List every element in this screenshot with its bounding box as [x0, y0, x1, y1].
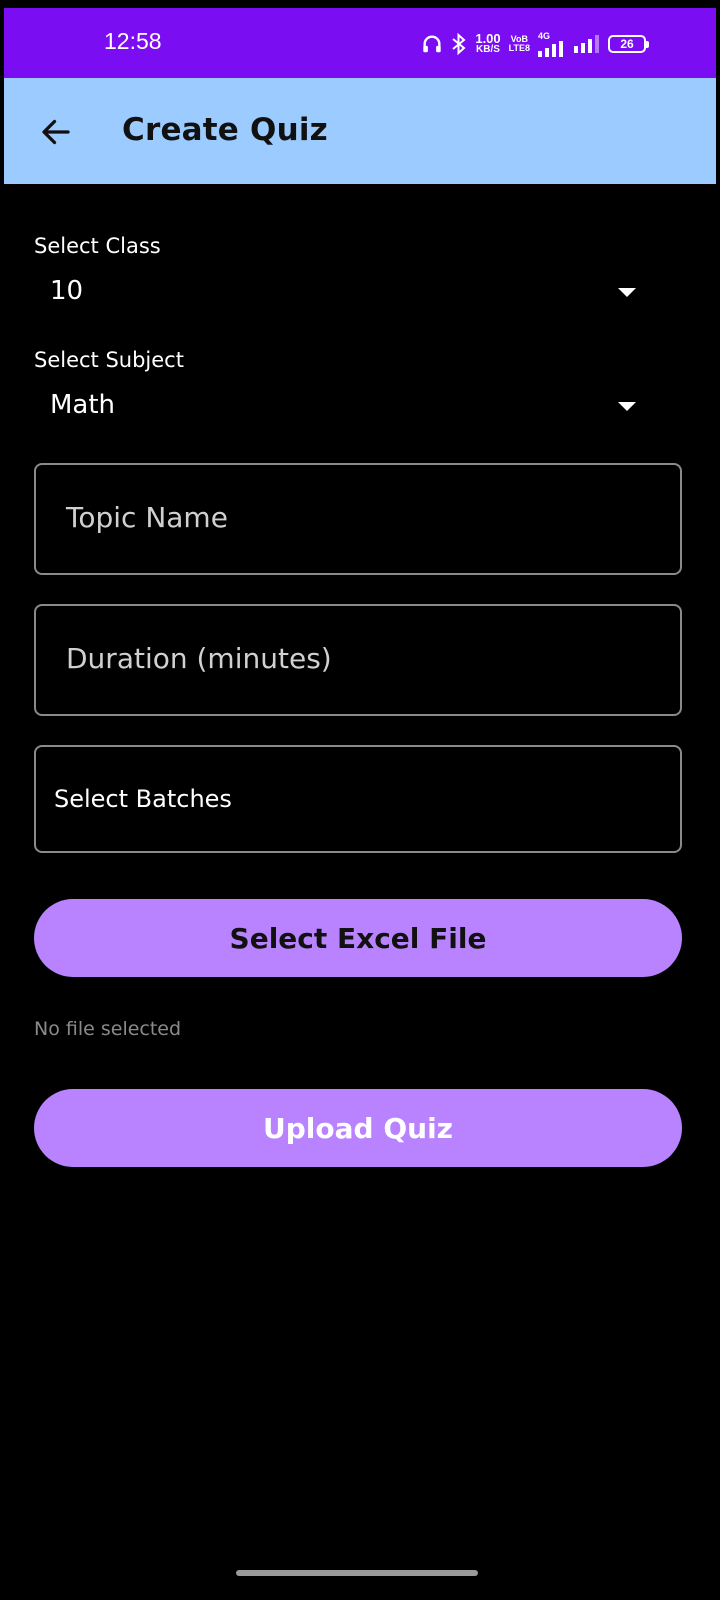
status-icons: 1.00 KB/S VoB LTE8 4G 26: [421, 30, 649, 58]
battery-level: 26: [620, 37, 634, 51]
topic-name-placeholder: Topic Name: [66, 501, 228, 534]
page-title: Create Quiz: [122, 112, 328, 148]
select-batches-field[interactable]: Select Batches: [34, 745, 682, 853]
network-speed: 1.00 KB/S: [475, 32, 500, 55]
arrow-left-icon: [42, 119, 70, 145]
topic-name-input[interactable]: Topic Name: [34, 463, 682, 575]
headphones-icon: [421, 33, 443, 55]
upload-quiz-button[interactable]: Upload Quiz: [34, 1089, 682, 1167]
volte-bottom: LTE8: [508, 43, 530, 53]
select-class-label: Select Class: [34, 234, 161, 258]
status-bar: 12:58 1.00 KB/S VoB LTE8 4G 26: [4, 8, 716, 78]
file-status-text: No file selected: [34, 1018, 182, 1040]
battery-icon: 26: [608, 35, 649, 53]
network-type-label: 4G: [538, 30, 551, 41]
app-bar: Create Quiz: [4, 78, 716, 184]
select-excel-file-label: Select Excel File: [229, 921, 487, 955]
subject-dropdown-value: Math: [50, 390, 116, 420]
volte-indicator: VoB LTE8: [509, 35, 530, 53]
dropdown-arrow-icon: [618, 288, 636, 297]
dropdown-arrow-icon: [618, 402, 636, 411]
bluetooth-icon: [451, 32, 467, 56]
duration-input[interactable]: Duration (minutes): [34, 604, 682, 716]
back-button[interactable]: [32, 108, 80, 156]
select-excel-file-button[interactable]: Select Excel File: [34, 899, 682, 977]
select-batches-label: Select Batches: [54, 785, 232, 813]
signal-icon: [574, 35, 600, 53]
network-speed-unit: KB/S: [476, 44, 500, 55]
class-dropdown[interactable]: 10: [34, 270, 646, 314]
duration-placeholder: Duration (minutes): [66, 642, 332, 675]
phone-screen: 12:58 1.00 KB/S VoB LTE8 4G 26 Create Qu…: [4, 8, 716, 1600]
class-dropdown-value: 10: [50, 276, 84, 306]
subject-dropdown[interactable]: Math: [34, 384, 646, 428]
status-time: 12:58: [104, 28, 162, 54]
home-indicator[interactable]: [236, 1570, 478, 1576]
select-subject-label: Select Subject: [34, 348, 184, 372]
upload-quiz-label: Upload Quiz: [263, 1111, 453, 1145]
signal-4g-icon: 4G: [538, 30, 566, 57]
